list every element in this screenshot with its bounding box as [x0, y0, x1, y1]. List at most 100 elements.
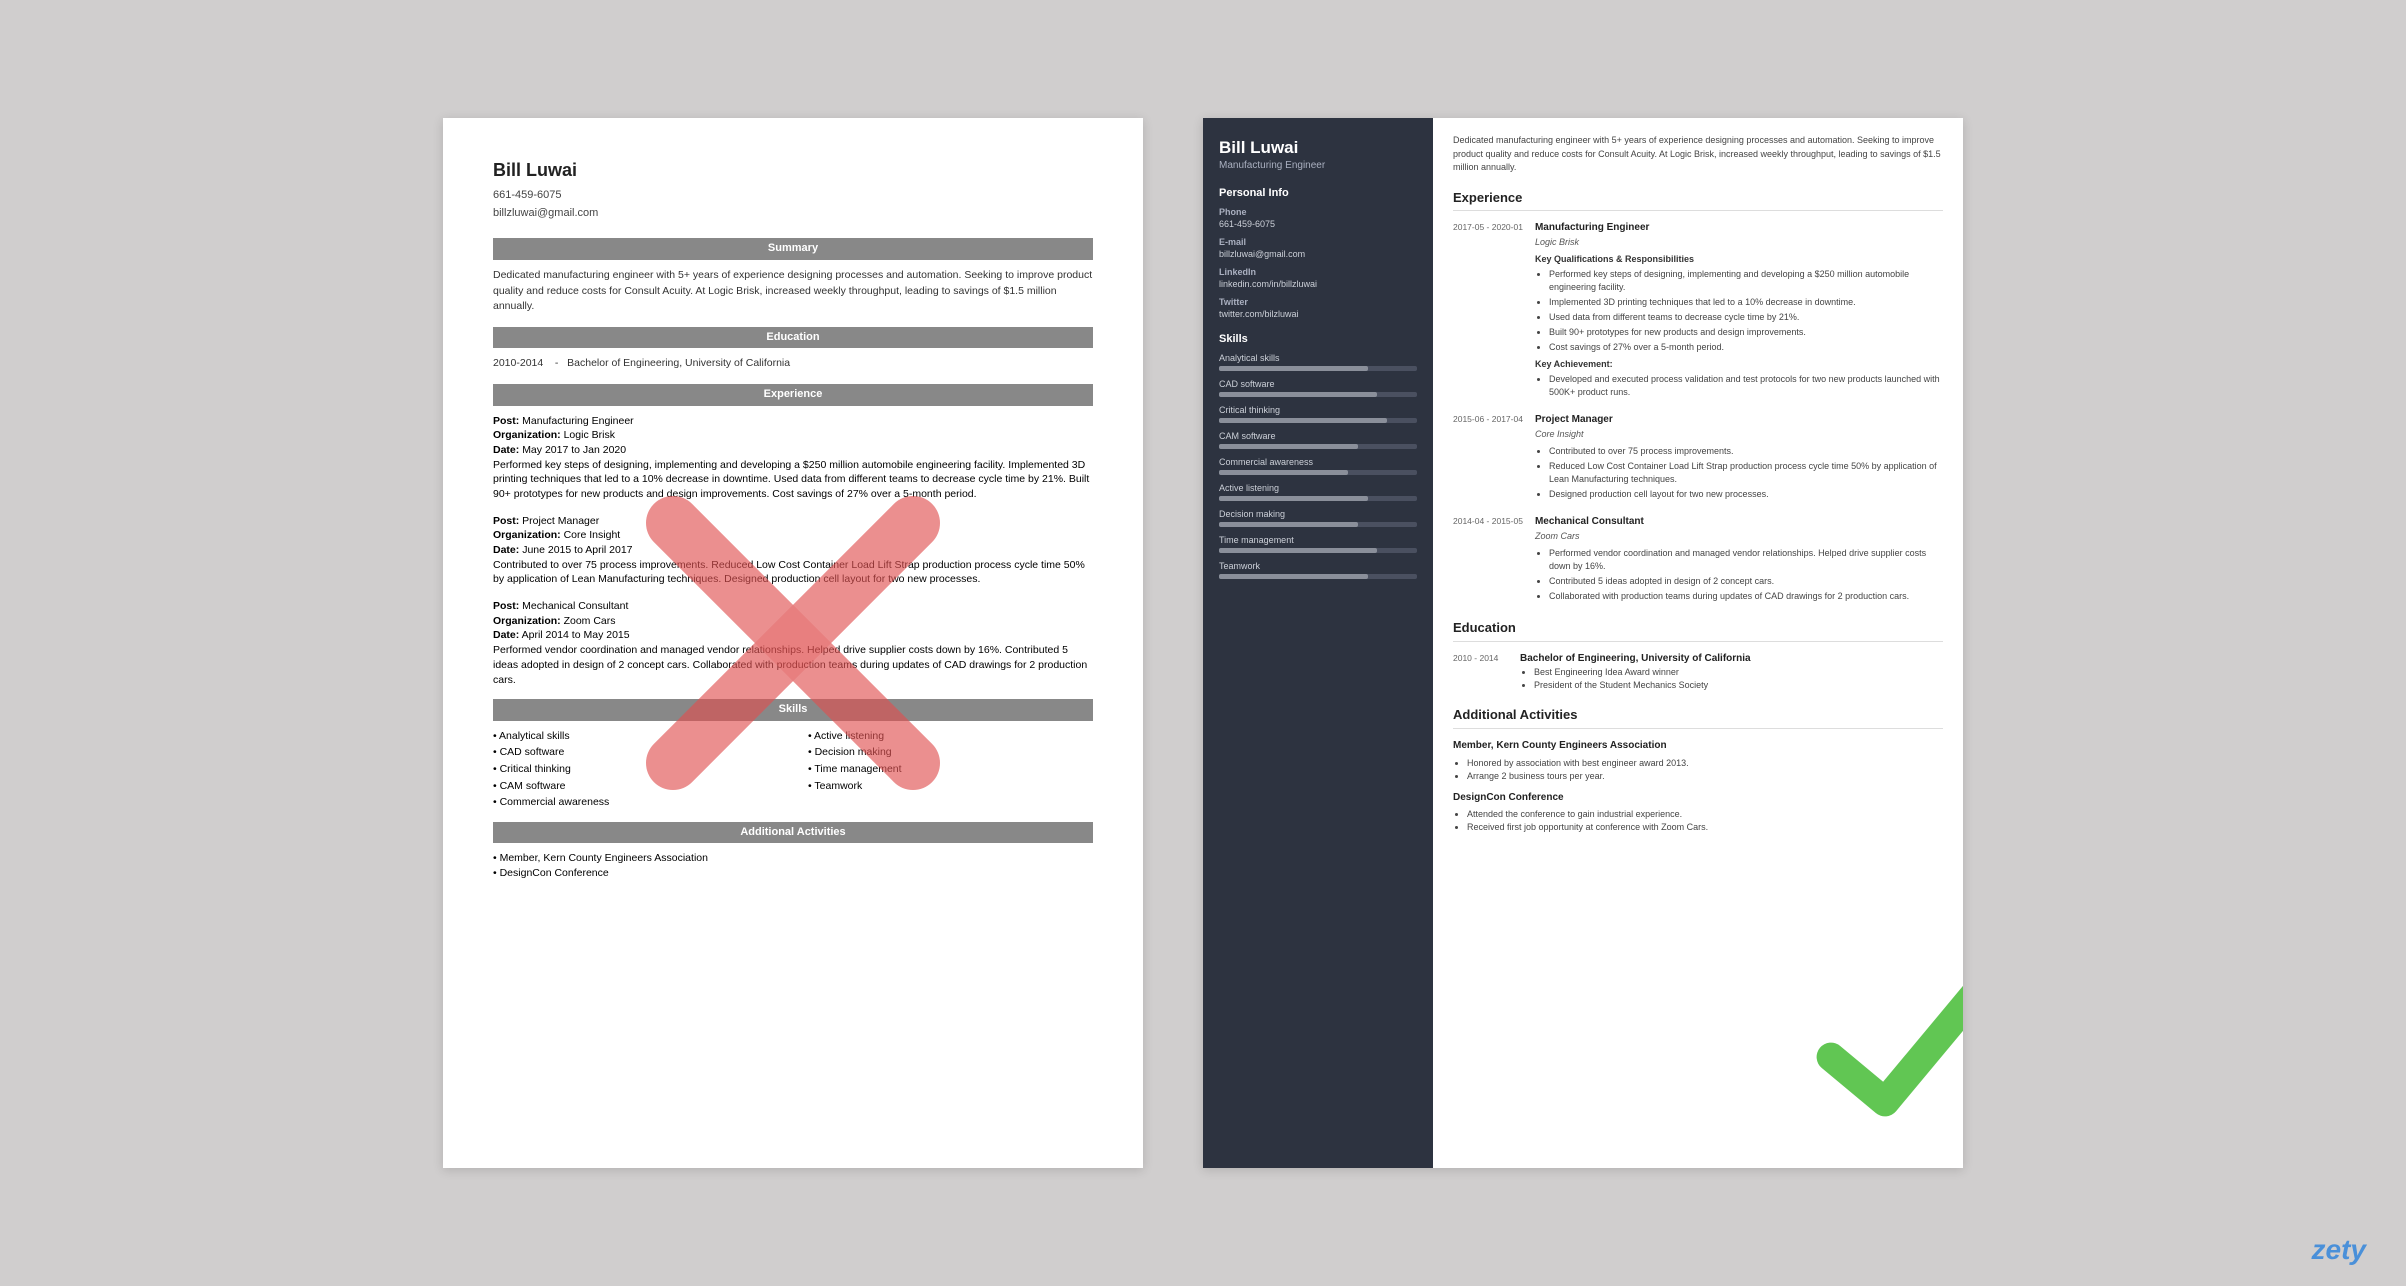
list-item: Developed and executed process validatio…: [1549, 373, 1943, 399]
left-job2-org: Organization: Core Insight: [493, 528, 1093, 543]
skill-bar-fill: [1219, 444, 1358, 449]
left-skill-9: Teamwork: [808, 779, 1093, 794]
left-summary-text: Dedicated manufacturing engineer with 5+…: [493, 268, 1093, 315]
left-job1-desc: Performed key steps of designing, implem…: [493, 458, 1093, 502]
list-item: Honored by association with best enginee…: [1467, 757, 1943, 770]
skill-bar-fill: [1219, 522, 1358, 527]
resume-main: Dedicated manufacturing engineer with 5+…: [1433, 118, 1963, 1168]
list-item: Performed key steps of designing, implem…: [1549, 268, 1943, 294]
skill-bar-background: [1219, 392, 1417, 397]
left-summary-header: Summary: [493, 238, 1093, 259]
right-job2-date: 2015-06 - 2017-04: [1453, 413, 1523, 503]
sidebar-email-label: E-mail: [1219, 237, 1417, 247]
sidebar-personal-label: Personal Info: [1219, 187, 1417, 199]
sidebar-skills-list: Analytical skillsCAD softwareCritical th…: [1219, 353, 1417, 579]
left-job3-org: Organization: Zoom Cars: [493, 614, 1093, 629]
left-job2-desc: Contributed to over 75 process improveme…: [493, 558, 1093, 587]
skill-bar-background: [1219, 574, 1417, 579]
sidebar-skill-name: Critical thinking: [1219, 405, 1417, 415]
skill-bar-fill: [1219, 574, 1368, 579]
left-skill-6: Active listening: [808, 729, 1093, 744]
left-skills-grid: Analytical skills Active listening CAD s…: [493, 729, 1093, 810]
skill-bar-background: [1219, 366, 1417, 371]
sidebar-linkedin-label: LinkedIn: [1219, 267, 1417, 277]
left-job1-post: Post: Manufacturing Engineer: [493, 414, 1093, 429]
right-job1-date: 2017-05 - 2020-01: [1453, 221, 1523, 401]
right-job3-details: Mechanical Consultant Zoom Cars Performe…: [1535, 515, 1943, 605]
list-item: Implemented 3D printing techniques that …: [1549, 296, 1943, 309]
left-job2-date: Date: June 2015 to April 2017: [493, 543, 1093, 558]
right-job2-title: Project Manager: [1535, 413, 1943, 428]
left-job-3: Post: Mechanical Consultant Organization…: [493, 599, 1093, 687]
zety-logo: zety: [2312, 1234, 2366, 1266]
right-job1-title: Manufacturing Engineer: [1535, 221, 1943, 236]
right-job1-achieve: Developed and executed process validatio…: [1535, 373, 1943, 399]
right-edu-1: 2010 - 2014 Bachelor of Engineering, Uni…: [1453, 652, 1943, 693]
right-act2-bullets: Attended the conference to gain industri…: [1453, 808, 1943, 834]
left-job3-date: Date: April 2014 to May 2015: [493, 628, 1093, 643]
list-item: Performed vendor coordination and manage…: [1549, 547, 1943, 573]
right-job1-details: Manufacturing Engineer Logic Brisk Key Q…: [1535, 221, 1943, 401]
left-edu-degree: Bachelor of Engineering, University of C…: [567, 357, 790, 369]
sidebar-twitter-label: Twitter: [1219, 297, 1417, 307]
left-name: Bill Luwai: [493, 158, 1093, 183]
left-job3-desc: Performed vendor coordination and manage…: [493, 643, 1093, 687]
left-job2-post: Post: Project Manager: [493, 514, 1093, 529]
right-additional-label: Additional Activities: [1453, 706, 1943, 729]
left-act-1: Member, Kern County Engineers Associatio…: [493, 851, 1093, 866]
right-job2-details: Project Manager Core Insight Contributed…: [1535, 413, 1943, 503]
sidebar-skills-label: Skills: [1219, 333, 1417, 345]
right-edu-details: Bachelor of Engineering, University of C…: [1520, 652, 1751, 693]
page-container: Bill Luwai 661-459-6075 billzluwai@gmail…: [0, 0, 2406, 1286]
list-item: Collaborated with production teams durin…: [1549, 590, 1943, 603]
right-exp-label: Experience: [1453, 189, 1943, 212]
left-additional-header: Additional Activities: [493, 822, 1093, 843]
skill-bar-background: [1219, 444, 1417, 449]
right-job3-bullets: Performed vendor coordination and manage…: [1535, 547, 1943, 603]
right-edu-label: Education: [1453, 619, 1943, 642]
left-education-header: Education: [493, 327, 1093, 348]
right-edu-bullets: Best Engineering Idea Award winner Presi…: [1520, 666, 1751, 692]
skill-bar-fill: [1219, 366, 1368, 371]
right-job1-company: Logic Brisk: [1535, 236, 1943, 249]
skill-bar-background: [1219, 548, 1417, 553]
sidebar-skill-name: Commercial awareness: [1219, 457, 1417, 467]
left-job-2: Post: Project Manager Organization: Core…: [493, 514, 1093, 587]
left-skill-4: CAM software: [493, 779, 778, 794]
sidebar-skill-name: CAM software: [1219, 431, 1417, 441]
sidebar-phone-label: Phone: [1219, 207, 1417, 217]
list-item: Built 90+ prototypes for new products an…: [1549, 326, 1943, 339]
left-edu-content: 2010-2014 - Bachelor of Engineering, Uni…: [493, 356, 1093, 372]
skill-bar-fill: [1219, 470, 1348, 475]
right-job1-achieve-label: Key Achievement:: [1535, 358, 1943, 371]
left-skill-7: Decision making: [808, 745, 1093, 760]
skill-bar-background: [1219, 496, 1417, 501]
left-job-1: Post: Manufacturing Engineer Organizatio…: [493, 414, 1093, 502]
list-item: Designed production cell layout for two …: [1549, 488, 1943, 501]
left-skills-header: Skills: [493, 699, 1093, 720]
left-experience-header: Experience: [493, 384, 1093, 405]
list-item: Cost savings of 27% over a 5-month perio…: [1549, 341, 1943, 354]
sidebar-skill-name: Analytical skills: [1219, 353, 1417, 363]
right-edu-degree: Bachelor of Engineering, University of C…: [1520, 652, 1751, 667]
list-item: Used data from different teams to decrea…: [1549, 311, 1943, 324]
list-item: Contributed to over 75 process improveme…: [1549, 445, 1943, 458]
skill-bar-background: [1219, 418, 1417, 423]
left-skill-8: Time management: [808, 762, 1093, 777]
sidebar-skill-name: Active listening: [1219, 483, 1417, 493]
left-act-2: DesignCon Conference: [493, 866, 1093, 881]
skill-bar-fill: [1219, 548, 1377, 553]
left-job3-post: Post: Mechanical Consultant: [493, 599, 1093, 614]
right-edu-date: 2010 - 2014: [1453, 652, 1508, 693]
list-item: Received first job opportunity at confer…: [1467, 821, 1943, 834]
left-job1-date: Date: May 2017 to Jan 2020: [493, 443, 1093, 458]
left-email: billzluwai@gmail.com: [493, 205, 1093, 223]
right-job1-bullets: Performed key steps of designing, implem…: [1535, 268, 1943, 354]
right-job3-title: Mechanical Consultant: [1535, 515, 1943, 530]
right-job3-company: Zoom Cars: [1535, 530, 1943, 543]
left-job1-org: Organization: Logic Brisk: [493, 428, 1093, 443]
list-item: President of the Student Mechanics Socie…: [1534, 679, 1751, 692]
skill-bar-fill: [1219, 392, 1377, 397]
right-summary: Dedicated manufacturing engineer with 5+…: [1453, 134, 1943, 175]
left-edu-dates: 2010-2014: [493, 357, 543, 369]
